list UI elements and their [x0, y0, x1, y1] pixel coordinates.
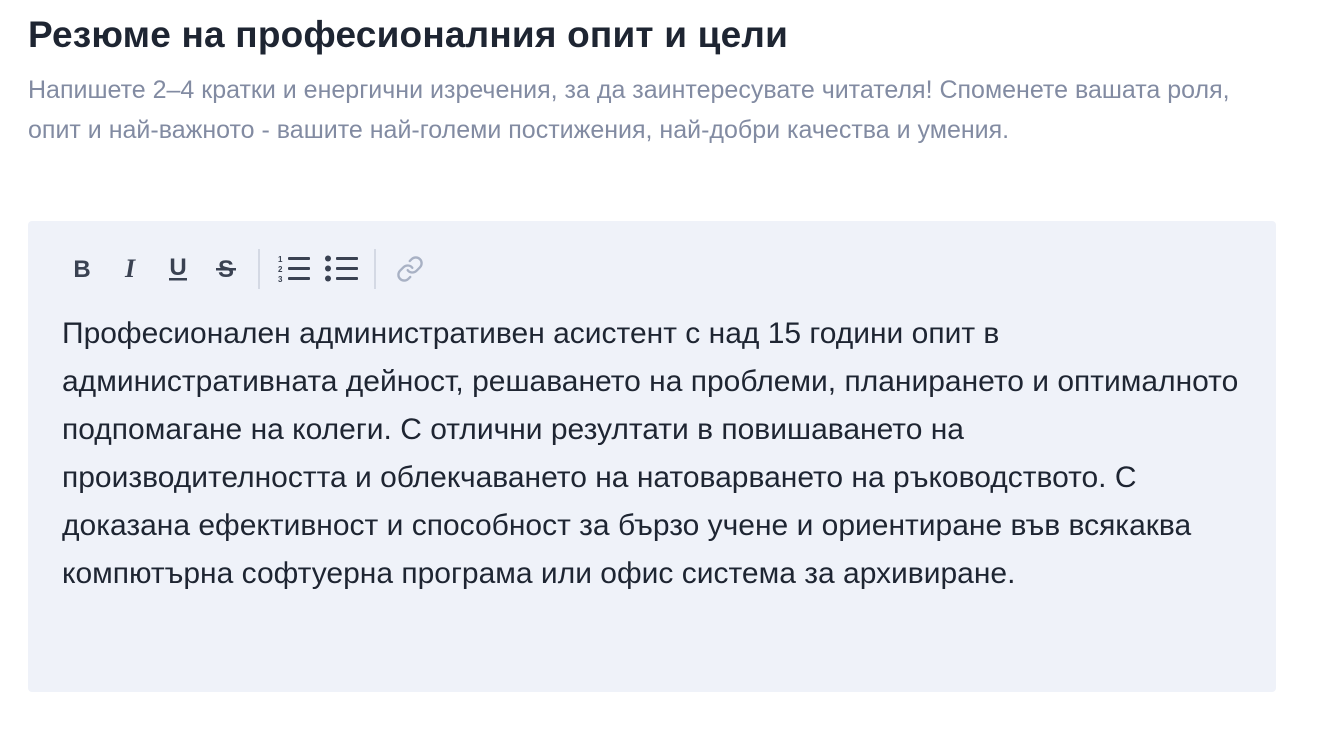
italic-button[interactable]: I: [110, 249, 150, 289]
numbered-list-icon: 1 2 3: [278, 255, 310, 284]
italic-icon: I: [124, 257, 136, 281]
strikethrough-button[interactable]: S: [206, 249, 246, 289]
summary-section: Резюме на професионалния опит и цели Нап…: [0, 0, 1318, 736]
section-title: Резюме на професионалния опит и цели: [28, 14, 789, 55]
bold-button[interactable]: B: [62, 249, 102, 289]
bulleted-list-button[interactable]: [322, 249, 362, 289]
underline-button[interactable]: U: [158, 249, 198, 289]
strikethrough-icon: S: [216, 257, 236, 281]
svg-text:B: B: [73, 257, 90, 281]
section-hint: Напишете 2–4 кратки и енергични изречени…: [28, 76, 1230, 144]
toolbar-divider: [258, 249, 260, 289]
svg-text:1: 1: [278, 255, 283, 264]
bold-icon: B: [73, 257, 90, 281]
summary-text-area[interactable]: Професионален административен асистент с…: [62, 310, 1242, 598]
toolbar-divider: [374, 249, 376, 289]
bulleted-list-icon: [325, 255, 358, 282]
link-button[interactable]: [390, 249, 430, 289]
svg-text:2: 2: [278, 265, 283, 274]
svg-text:U: U: [169, 256, 186, 281]
rich-text-editor[interactable]: B I U S 1 2 3 Професионален администрати…: [28, 221, 1276, 692]
svg-text:I: I: [124, 257, 136, 281]
underline-icon: U: [169, 256, 187, 281]
svg-text:3: 3: [278, 275, 283, 284]
editor-toolbar: B I U S 1 2 3: [62, 249, 438, 289]
numbered-list-button[interactable]: 1 2 3: [274, 249, 314, 289]
link-icon: [397, 256, 423, 282]
